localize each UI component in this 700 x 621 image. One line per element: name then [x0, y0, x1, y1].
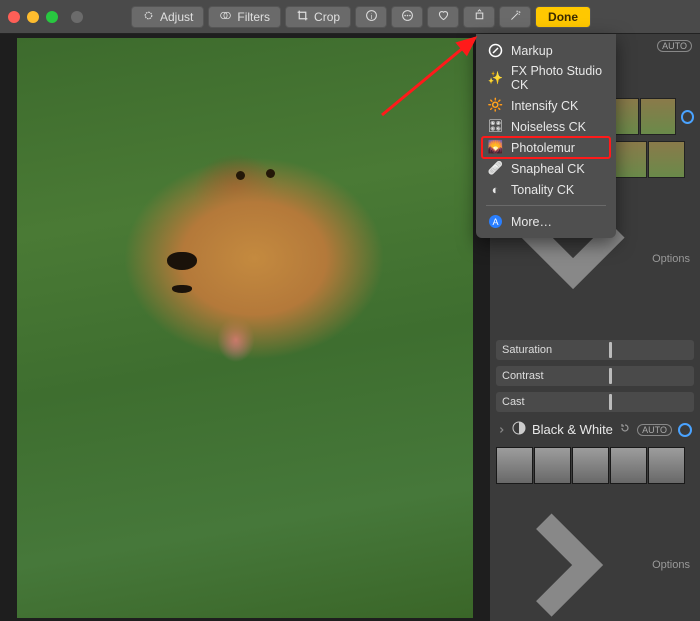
- ext-item-intensify[interactable]: 🔆 Intensify CK: [482, 95, 610, 116]
- ext-label: Markup: [511, 44, 553, 58]
- menu-separator: [486, 205, 606, 206]
- auto-badge[interactable]: AUTO: [657, 40, 692, 52]
- intensify-icon: 🔆: [488, 98, 503, 113]
- filters-icon: [219, 9, 232, 25]
- ext-item-tonality[interactable]: ◐ Tonality CK: [482, 179, 610, 200]
- black-white-header[interactable]: Black & White AUTO: [496, 418, 694, 441]
- ext-item-noiseless[interactable]: 🎛 Noiseless CK: [482, 116, 610, 137]
- bw-thumbnails: [496, 447, 694, 484]
- markup-icon: [488, 43, 503, 58]
- favorite-button[interactable]: [427, 6, 459, 28]
- photo-canvas[interactable]: [0, 34, 490, 621]
- crop-button[interactable]: Crop: [285, 6, 351, 28]
- cast-slider[interactable]: Cast: [496, 392, 694, 412]
- done-label: Done: [548, 10, 578, 24]
- noiseless-icon: 🎛: [488, 119, 503, 134]
- ext-item-markup[interactable]: Markup: [482, 40, 610, 61]
- sparkle-icon: ✨: [488, 71, 503, 86]
- ext-item-photolemur[interactable]: 🌄 Photolemur: [482, 137, 610, 158]
- crop-label: Crop: [314, 10, 340, 24]
- ext-label: Intensify CK: [511, 99, 578, 113]
- rotate-icon: [473, 9, 486, 25]
- filters-label: Filters: [237, 10, 270, 24]
- contrast-slider[interactable]: Contrast: [496, 366, 694, 386]
- minimize-window-button[interactable]: [27, 11, 39, 23]
- bw-title: Black & White: [532, 422, 613, 437]
- saturation-slider[interactable]: Saturation: [496, 340, 694, 360]
- adjust-icon: [142, 9, 155, 25]
- svg-text:i: i: [370, 11, 372, 20]
- photo-preview: [17, 38, 473, 618]
- color-thumb[interactable]: [648, 141, 685, 178]
- snapheal-icon: 🩹: [488, 161, 503, 176]
- svg-text:A: A: [492, 217, 498, 227]
- info-icon: i: [365, 9, 378, 25]
- tonality-icon: ◐: [488, 182, 503, 197]
- close-window-button[interactable]: [8, 11, 20, 23]
- ellipsis-icon: [401, 9, 414, 25]
- extensions-menu: Markup ✨ FX Photo Studio CK 🔆 Intensify …: [476, 34, 616, 238]
- chevron-right-icon: [500, 492, 646, 621]
- ext-item-snapheal[interactable]: 🩹 Snapheal CK: [482, 158, 610, 179]
- crop-icon: [296, 9, 309, 25]
- options-label: Options: [652, 253, 690, 265]
- adjust-button[interactable]: Adjust: [131, 6, 204, 28]
- ext-item-more[interactable]: A More…: [482, 211, 610, 232]
- adjust-label: Adjust: [160, 10, 193, 24]
- heart-icon: [437, 9, 450, 25]
- selection-ring-icon: [678, 423, 692, 437]
- color-thumb[interactable]: [640, 98, 675, 135]
- ext-label: FX Photo Studio CK: [511, 64, 604, 92]
- chevron-right-icon: [498, 426, 506, 434]
- bw-icon: [512, 421, 526, 438]
- bw-thumb[interactable]: [496, 447, 533, 484]
- ext-label: Tonality CK: [511, 183, 574, 197]
- cast-label: Cast: [502, 396, 603, 408]
- done-button[interactable]: Done: [535, 6, 591, 28]
- bw-options-toggle[interactable]: Options: [496, 490, 694, 621]
- appstore-icon: A: [488, 214, 503, 229]
- unknown-grey-dot: [71, 11, 83, 23]
- ext-item-fx[interactable]: ✨ FX Photo Studio CK: [482, 61, 610, 95]
- ext-label: Snapheal CK: [511, 162, 585, 176]
- bw-thumb[interactable]: [534, 447, 571, 484]
- filters-button[interactable]: Filters: [208, 6, 281, 28]
- ext-label: Photolemur: [511, 141, 575, 155]
- toolbar: Adjust Filters Crop i: [131, 6, 591, 28]
- options-label: Options: [652, 559, 690, 571]
- auto-enhance-button[interactable]: [499, 6, 531, 28]
- rotate-button[interactable]: [463, 6, 495, 28]
- photolemur-icon: 🌄: [488, 140, 503, 155]
- extensions-button[interactable]: [391, 6, 423, 28]
- ext-label: Noiseless CK: [511, 120, 586, 134]
- ext-more-label: More…: [511, 215, 552, 229]
- zoom-window-button[interactable]: [46, 11, 58, 23]
- wand-icon: [509, 9, 522, 25]
- photos-edit-window: Adjust Filters Crop i: [0, 0, 700, 621]
- bw-thumb[interactable]: [648, 447, 685, 484]
- titlebar: Adjust Filters Crop i: [0, 0, 700, 34]
- bw-thumb[interactable]: [610, 447, 647, 484]
- selection-ring-icon: [681, 110, 694, 124]
- bw-thumb[interactable]: [572, 447, 609, 484]
- window-controls: [8, 11, 83, 23]
- saturation-label: Saturation: [502, 344, 603, 356]
- auto-badge[interactable]: AUTO: [637, 424, 672, 436]
- reset-icon[interactable]: [619, 422, 631, 437]
- contrast-label: Contrast: [502, 370, 603, 382]
- info-button[interactable]: i: [355, 6, 387, 28]
